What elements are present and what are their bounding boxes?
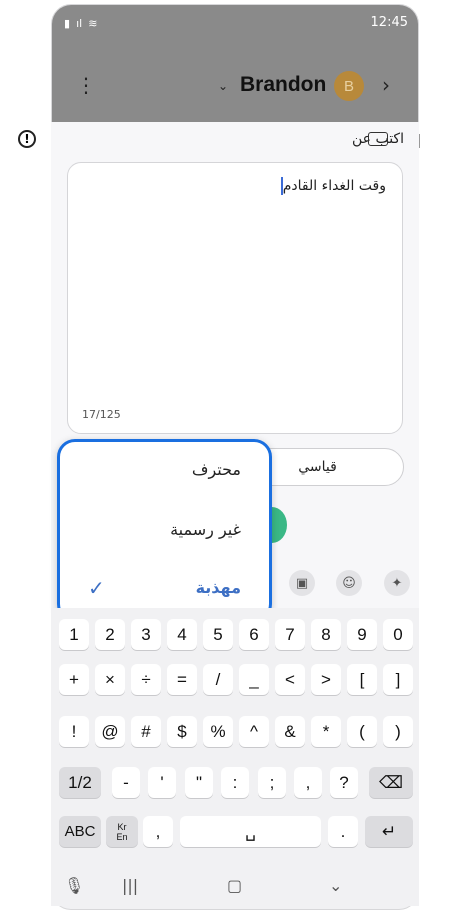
navigation-bar: 🎙 ||| ▢ ⌄	[0, 872, 470, 902]
keyboard	[51, 608, 419, 906]
abc-key[interactable]: ABC	[59, 816, 101, 847]
key[interactable]: /	[203, 664, 233, 695]
key[interactable]: 7	[275, 619, 305, 650]
key[interactable]: 6	[239, 619, 269, 650]
key[interactable]: ;	[258, 767, 286, 798]
key[interactable]: *	[311, 716, 341, 747]
key[interactable]: +	[59, 664, 89, 695]
period-key[interactable]: .	[328, 816, 358, 847]
language-switch-key[interactable]: Kr En	[106, 816, 138, 847]
compose-text-area[interactable]: وقت الغداء القادم 17/125	[67, 162, 403, 434]
key[interactable]: %	[203, 716, 233, 747]
key[interactable]: 5	[203, 619, 233, 650]
tone-dropdown: محترف غير رسمية مهذبة ✓	[57, 439, 272, 622]
key[interactable]: !	[59, 716, 89, 747]
key[interactable]: "	[185, 767, 213, 798]
key[interactable]: ×	[95, 664, 125, 695]
key[interactable]: >	[311, 664, 341, 695]
key[interactable]: ]	[383, 664, 413, 695]
key[interactable]: '	[148, 767, 176, 798]
key[interactable]: #	[131, 716, 161, 747]
key[interactable]: =	[167, 664, 197, 695]
space-key[interactable]: ␣	[180, 816, 321, 847]
key[interactable]: @	[95, 716, 125, 747]
key[interactable]: )	[383, 716, 413, 747]
image-icon[interactable]: ▣	[289, 570, 315, 596]
key[interactable]: (	[347, 716, 377, 747]
key[interactable]: 8	[311, 619, 341, 650]
key[interactable]: $	[167, 716, 197, 747]
tone-option-casual[interactable]: غير رسمية	[170, 520, 241, 539]
key[interactable]: 1	[59, 619, 89, 650]
enter-icon[interactable]: ↵	[365, 816, 413, 847]
emoji-icon[interactable]: ☺	[336, 570, 362, 596]
symbols-page-key[interactable]: 1/2	[59, 767, 101, 798]
home-icon[interactable]: ▢	[227, 876, 242, 895]
info-icon[interactable]: !	[18, 130, 36, 148]
sparkle-icon[interactable]: ✦	[384, 570, 410, 596]
key[interactable]: 4	[167, 619, 197, 650]
key[interactable]: 2	[95, 619, 125, 650]
keyboard-icon[interactable]	[368, 132, 388, 146]
key[interactable]: 9	[347, 619, 377, 650]
key[interactable]: :	[221, 767, 249, 798]
tone-option-professional[interactable]: محترف	[192, 460, 241, 479]
checkmark-icon: ✓	[88, 576, 105, 600]
key[interactable]: ,	[294, 767, 322, 798]
key[interactable]: &	[275, 716, 305, 747]
language-top-label: Kr	[117, 821, 127, 832]
character-counter: 17/125	[82, 408, 121, 421]
divider	[419, 134, 420, 148]
tone-option-polite[interactable]: مهذبة	[196, 578, 241, 597]
recents-icon[interactable]: |||	[122, 876, 138, 895]
key[interactable]: 3	[131, 619, 161, 650]
microphone-icon[interactable]: 🎙	[64, 876, 84, 895]
backspace-icon[interactable]: ⌫	[369, 767, 413, 798]
key[interactable]: 0	[383, 619, 413, 650]
compose-text: وقت الغداء القادم	[282, 178, 386, 194]
key[interactable]: <	[275, 664, 305, 695]
back-icon[interactable]: ⌄	[329, 876, 342, 895]
key[interactable]: ?	[330, 767, 358, 798]
key[interactable]: _	[239, 664, 269, 695]
language-bottom-label: En	[116, 831, 128, 842]
key[interactable]: -	[112, 767, 140, 798]
key[interactable]: [	[347, 664, 377, 695]
key[interactable]: ^	[239, 716, 269, 747]
key[interactable]: ÷	[131, 664, 161, 695]
comma-key[interactable]: ,	[143, 816, 173, 847]
